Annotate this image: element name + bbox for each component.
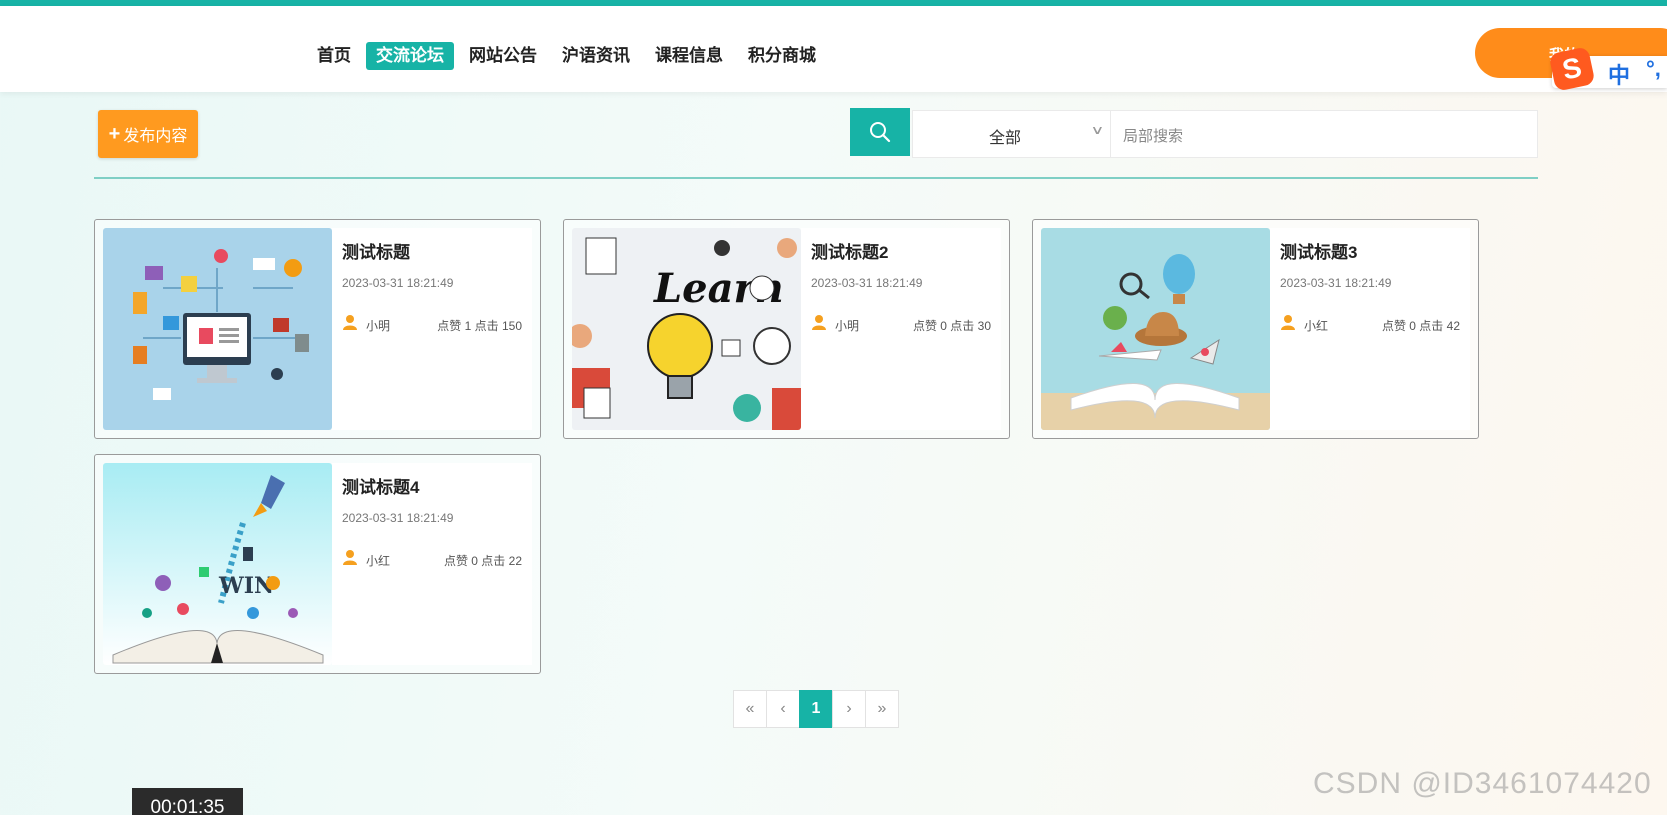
publish-label: 发布内容 xyxy=(123,128,188,145)
ime-punctuation[interactable]: °, xyxy=(1646,56,1661,82)
post-info: 测试标题2 2023-03-31 18:21:49 小明 点赞 0 点击 30 xyxy=(801,228,1001,430)
page-prev-button[interactable]: ‹ xyxy=(766,690,800,728)
pagination: « ‹ 1 › » xyxy=(733,690,899,728)
user-icon xyxy=(1281,315,1295,330)
learn-lightbulb-illustration: Learn xyxy=(572,228,801,430)
post-thumbnail[interactable] xyxy=(103,228,332,430)
post-title[interactable]: 测试标题4 xyxy=(342,473,419,498)
post-stats: 点赞 0 点击 42 xyxy=(1381,319,1460,333)
header: 首页 交流论坛 网站公告 沪语资讯 课程信息 积分商城 我的 xyxy=(0,6,1667,92)
video-timer: 00:01:35 xyxy=(132,788,243,815)
user-icon xyxy=(343,550,357,565)
post-title[interactable]: 测试标题2 xyxy=(811,238,888,263)
nav-points-mall[interactable]: 积分商城 xyxy=(738,42,826,70)
svg-text:WIN: WIN xyxy=(218,573,274,599)
post-card[interactable]: Learn 测试标题2 2023-03-31 18:21:49 小明 点赞 0 … xyxy=(563,219,1010,439)
post-info: 测试标题3 2023-03-31 18:21:49 小红 点赞 0 点击 42 xyxy=(1270,228,1470,430)
page-last-button[interactable]: » xyxy=(865,690,899,728)
search-icon xyxy=(870,122,891,143)
post-title[interactable]: 测试标题3 xyxy=(1280,238,1357,263)
post-date: 2023-03-31 18:21:49 xyxy=(342,511,454,525)
post-date: 2023-03-31 18:21:49 xyxy=(811,276,923,290)
post-thumbnail[interactable]: Learn xyxy=(572,228,801,430)
post-thumbnail[interactable] xyxy=(1041,228,1270,430)
post-stats: 点赞 0 点击 30 xyxy=(912,319,991,333)
plus-icon: + xyxy=(108,122,121,145)
category-select[interactable]: 全部 ∨ xyxy=(912,110,1111,158)
nav-forum[interactable]: 交流论坛 xyxy=(366,42,454,70)
watermark: CSDN @ID3461074420 xyxy=(1313,767,1652,800)
search-button[interactable] xyxy=(850,108,910,156)
chevron-down-icon: ∨ xyxy=(1090,123,1105,137)
post-title[interactable]: 测试标题 xyxy=(342,238,410,263)
book-rocket-win-illustration: WIN xyxy=(103,463,332,665)
user-icon xyxy=(343,315,357,330)
post-info: 测试标题 2023-03-31 18:21:49 小明 点赞 1 点击 150 xyxy=(332,228,532,430)
ecommerce-illustration xyxy=(103,228,332,430)
post-author: 小红 xyxy=(366,554,391,568)
category-select-value: 全部 xyxy=(989,130,1022,147)
post-date: 2023-03-31 18:21:49 xyxy=(342,276,454,290)
post-author: 小红 xyxy=(1304,319,1329,333)
post-stats: 点赞 1 点击 150 xyxy=(437,319,522,333)
post-info: 测试标题4 2023-03-31 18:21:49 小红 点赞 0 点击 22 xyxy=(332,463,532,665)
ime-logo-icon: S xyxy=(1548,46,1596,92)
nav-announcements[interactable]: 网站公告 xyxy=(459,42,547,70)
post-card[interactable]: 测试标题 2023-03-31 18:21:49 小明 点赞 1 点击 150 xyxy=(94,219,541,439)
search-placeholder: 局部搜索 xyxy=(1123,128,1184,145)
post-card[interactable]: 测试标题3 2023-03-31 18:21:49 小红 点赞 0 点击 42 xyxy=(1032,219,1479,439)
search-input[interactable]: 局部搜索 xyxy=(1110,110,1538,158)
publish-button[interactable]: + 发布内容 xyxy=(98,110,198,158)
post-thumbnail[interactable]: WIN xyxy=(103,463,332,665)
page-next-button[interactable]: › xyxy=(832,690,866,728)
nav-news[interactable]: 沪语资讯 xyxy=(552,42,640,70)
main-nav: 首页 交流论坛 网站公告 沪语资讯 课程信息 积分商城 xyxy=(307,42,831,70)
ime-toolbar[interactable]: S 中 °, xyxy=(1548,46,1667,92)
ime-mode[interactable]: 中 xyxy=(1608,58,1630,90)
divider xyxy=(94,177,1538,179)
post-card[interactable]: WIN 测试标题4 2023-03-31 18:21:49 小红 点赞 0 点击… xyxy=(94,454,541,674)
post-stats: 点赞 0 点击 22 xyxy=(443,554,522,568)
page-first-button[interactable]: « xyxy=(733,690,767,728)
post-author: 小明 xyxy=(835,319,860,333)
page-current-button[interactable]: 1 xyxy=(799,690,833,728)
post-author: 小明 xyxy=(366,319,391,333)
nav-courses[interactable]: 课程信息 xyxy=(645,42,733,70)
nav-home[interactable]: 首页 xyxy=(307,42,361,70)
post-date: 2023-03-31 18:21:49 xyxy=(1280,276,1392,290)
open-book-travel-illustration xyxy=(1041,228,1270,430)
user-icon xyxy=(812,315,826,330)
